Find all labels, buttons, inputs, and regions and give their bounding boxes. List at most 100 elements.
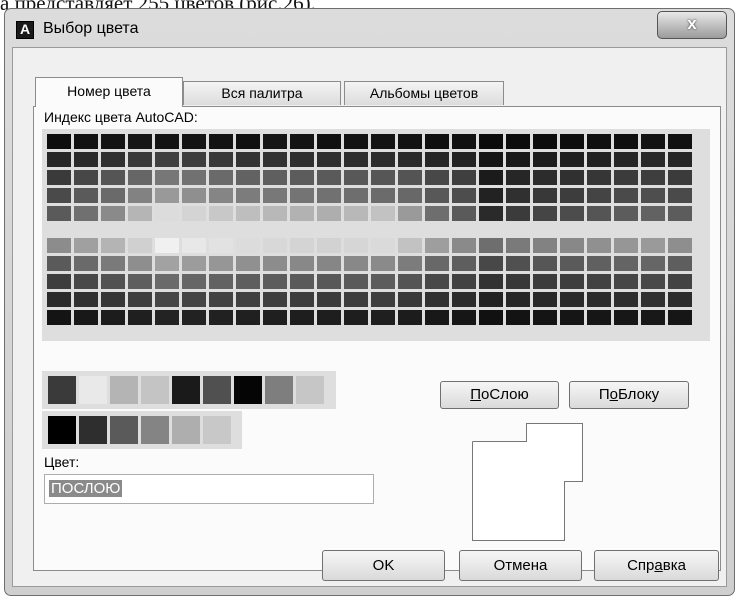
aci-color-cell[interactable] bbox=[47, 274, 71, 289]
aci-color-cell[interactable] bbox=[317, 310, 341, 325]
aci-color-cell[interactable] bbox=[587, 206, 611, 221]
aci-color-cell[interactable] bbox=[344, 170, 368, 185]
aci-color-cell[interactable] bbox=[263, 134, 287, 149]
aci-color-cell[interactable] bbox=[128, 274, 152, 289]
aci-color-cell[interactable] bbox=[479, 238, 503, 253]
aci-color-cell[interactable] bbox=[371, 292, 395, 307]
aci-color-cell[interactable] bbox=[344, 310, 368, 325]
aci-color-cell[interactable] bbox=[506, 152, 530, 167]
aci-color-cell[interactable] bbox=[290, 152, 314, 167]
gray-color-swatch[interactable] bbox=[203, 416, 231, 444]
aci-color-cell[interactable] bbox=[317, 274, 341, 289]
aci-color-cell[interactable] bbox=[74, 170, 98, 185]
aci-color-cell[interactable] bbox=[560, 206, 584, 221]
aci-color-cell[interactable] bbox=[290, 274, 314, 289]
aci-color-cell[interactable] bbox=[506, 292, 530, 307]
aci-color-cell[interactable] bbox=[668, 206, 692, 221]
gray-color-swatch[interactable] bbox=[110, 416, 138, 444]
aci-color-cell[interactable] bbox=[344, 134, 368, 149]
aci-color-cell[interactable] bbox=[155, 152, 179, 167]
aci-color-cell[interactable] bbox=[371, 238, 395, 253]
aci-color-cell[interactable] bbox=[182, 310, 206, 325]
aci-color-cell[interactable] bbox=[128, 152, 152, 167]
aci-color-cell[interactable] bbox=[506, 274, 530, 289]
aci-color-cell[interactable] bbox=[47, 170, 71, 185]
cancel-button[interactable]: Отмена bbox=[459, 550, 582, 581]
aci-color-cell[interactable] bbox=[398, 134, 422, 149]
help-button[interactable]: Справка bbox=[594, 550, 719, 581]
aci-color-cell[interactable] bbox=[290, 310, 314, 325]
aci-color-cell[interactable] bbox=[101, 292, 125, 307]
standard-color-swatch[interactable] bbox=[296, 376, 324, 404]
aci-color-cell[interactable] bbox=[587, 292, 611, 307]
aci-color-cell[interactable] bbox=[614, 170, 638, 185]
standard-color-swatch[interactable] bbox=[110, 376, 138, 404]
aci-color-cell[interactable] bbox=[344, 238, 368, 253]
aci-color-cell[interactable] bbox=[155, 170, 179, 185]
aci-color-cell[interactable] bbox=[263, 206, 287, 221]
aci-color-cell[interactable] bbox=[371, 256, 395, 271]
aci-color-cell[interactable] bbox=[560, 274, 584, 289]
aci-color-cell[interactable] bbox=[128, 310, 152, 325]
aci-color-cell[interactable] bbox=[506, 256, 530, 271]
aci-color-cell[interactable] bbox=[47, 134, 71, 149]
aci-color-cell[interactable] bbox=[479, 206, 503, 221]
aci-color-cell[interactable] bbox=[506, 238, 530, 253]
aci-color-cell[interactable] bbox=[74, 238, 98, 253]
aci-color-cell[interactable] bbox=[614, 238, 638, 253]
aci-color-cell[interactable] bbox=[641, 134, 665, 149]
aci-color-cell[interactable] bbox=[641, 170, 665, 185]
aci-color-cell[interactable] bbox=[425, 238, 449, 253]
aci-color-cell[interactable] bbox=[155, 238, 179, 253]
aci-color-cell[interactable] bbox=[263, 152, 287, 167]
aci-color-cell[interactable] bbox=[236, 188, 260, 203]
aci-color-cell[interactable] bbox=[209, 188, 233, 203]
aci-color-cell[interactable] bbox=[452, 256, 476, 271]
aci-color-cell[interactable] bbox=[560, 238, 584, 253]
aci-color-cell[interactable] bbox=[317, 134, 341, 149]
aci-color-cell[interactable] bbox=[74, 310, 98, 325]
standard-color-swatch[interactable] bbox=[172, 376, 200, 404]
aci-color-cell[interactable] bbox=[317, 170, 341, 185]
aci-color-cell[interactable] bbox=[425, 188, 449, 203]
aci-color-cell[interactable] bbox=[236, 274, 260, 289]
gray-color-swatch[interactable] bbox=[141, 416, 169, 444]
aci-color-cell[interactable] bbox=[263, 238, 287, 253]
aci-color-cell[interactable] bbox=[533, 274, 557, 289]
aci-color-cell[interactable] bbox=[668, 152, 692, 167]
aci-color-cell[interactable] bbox=[641, 310, 665, 325]
aci-color-cell[interactable] bbox=[101, 152, 125, 167]
aci-color-cell[interactable] bbox=[74, 188, 98, 203]
aci-color-cell[interactable] bbox=[668, 256, 692, 271]
aci-color-cell[interactable] bbox=[560, 310, 584, 325]
aci-color-cell[interactable] bbox=[533, 206, 557, 221]
aci-color-cell[interactable] bbox=[290, 292, 314, 307]
aci-color-cell[interactable] bbox=[74, 256, 98, 271]
aci-color-cell[interactable] bbox=[155, 274, 179, 289]
bylayer-button[interactable]: ПоСлою bbox=[440, 381, 559, 409]
aci-color-cell[interactable] bbox=[371, 274, 395, 289]
aci-color-cell[interactable] bbox=[74, 292, 98, 307]
aci-color-cell[interactable] bbox=[236, 238, 260, 253]
aci-color-cell[interactable] bbox=[425, 256, 449, 271]
aci-color-cell[interactable] bbox=[101, 238, 125, 253]
standard-color-swatch[interactable] bbox=[203, 376, 231, 404]
aci-color-cell[interactable] bbox=[344, 152, 368, 167]
aci-color-cell[interactable] bbox=[236, 134, 260, 149]
aci-color-cell[interactable] bbox=[452, 206, 476, 221]
gray-color-swatch[interactable] bbox=[48, 416, 76, 444]
aci-color-cell[interactable] bbox=[641, 206, 665, 221]
aci-color-cell[interactable] bbox=[47, 238, 71, 253]
aci-color-cell[interactable] bbox=[533, 310, 557, 325]
aci-color-cell[interactable] bbox=[344, 292, 368, 307]
aci-color-cell[interactable] bbox=[101, 310, 125, 325]
aci-color-cell[interactable] bbox=[587, 256, 611, 271]
ok-button[interactable]: OK bbox=[322, 550, 445, 581]
aci-color-cell[interactable] bbox=[479, 170, 503, 185]
aci-color-cell[interactable] bbox=[128, 292, 152, 307]
aci-color-cell[interactable] bbox=[641, 256, 665, 271]
aci-color-cell[interactable] bbox=[668, 238, 692, 253]
aci-color-cell[interactable] bbox=[344, 206, 368, 221]
aci-color-cell[interactable] bbox=[587, 310, 611, 325]
aci-color-cell[interactable] bbox=[263, 274, 287, 289]
